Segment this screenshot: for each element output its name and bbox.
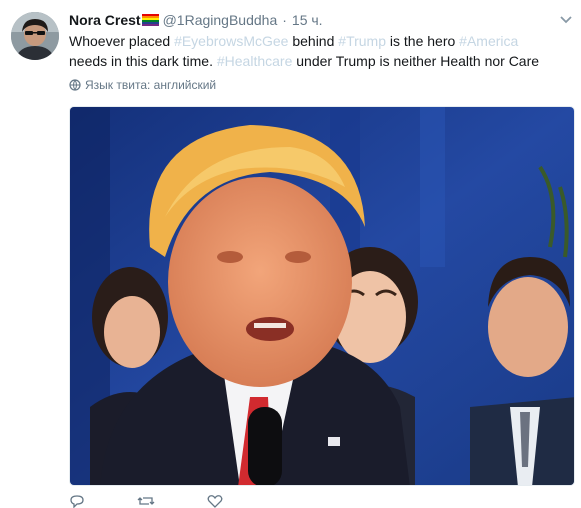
tweet-header: Nora Crest @1RagingBuddha · 15 ч. bbox=[69, 11, 323, 29]
tweet-photo[interactable] bbox=[69, 106, 575, 486]
avatar-image bbox=[11, 12, 59, 60]
hashtag-link[interactable]: #Trump bbox=[338, 33, 386, 49]
tweet-actions bbox=[69, 494, 223, 508]
hashtag-link[interactable]: #Healthcare bbox=[217, 53, 293, 69]
like-button[interactable] bbox=[207, 494, 223, 508]
tweet-timestamp[interactable]: 15 ч. bbox=[292, 12, 323, 28]
chevron-down-icon[interactable] bbox=[559, 12, 573, 26]
meta-separator: · bbox=[282, 12, 287, 28]
hashtag-link[interactable]: #EyebrowsMcGee bbox=[174, 33, 288, 49]
reply-button[interactable] bbox=[69, 494, 85, 508]
globe-icon bbox=[69, 79, 81, 91]
avatar[interactable] bbox=[11, 12, 59, 60]
text-segment: Whoever placed bbox=[69, 33, 175, 49]
text-segment: is the hero bbox=[386, 33, 460, 49]
reply-icon bbox=[70, 495, 84, 508]
language-label: Язык твита: английский bbox=[85, 78, 217, 92]
text-segment: behind bbox=[288, 33, 339, 49]
tweet-language[interactable]: Язык твита: английский bbox=[69, 78, 216, 92]
author-handle[interactable]: @1RagingBuddha bbox=[163, 12, 278, 28]
rainbow-flag-icon bbox=[141, 14, 159, 26]
retweet-button[interactable] bbox=[137, 494, 155, 508]
author-name[interactable]: Nora Crest bbox=[69, 12, 141, 28]
hashtag-link[interactable]: #America bbox=[459, 33, 518, 49]
text-segment: needs in this dark time. bbox=[69, 53, 217, 69]
tweet-text: Whoever placed #EyebrowsMcGee behind #Tr… bbox=[69, 31, 544, 71]
photo-image bbox=[70, 107, 574, 485]
retweet-icon bbox=[137, 497, 155, 505]
heart-icon bbox=[207, 495, 223, 508]
text-segment: under Trump is neither Health nor Care bbox=[292, 53, 540, 69]
